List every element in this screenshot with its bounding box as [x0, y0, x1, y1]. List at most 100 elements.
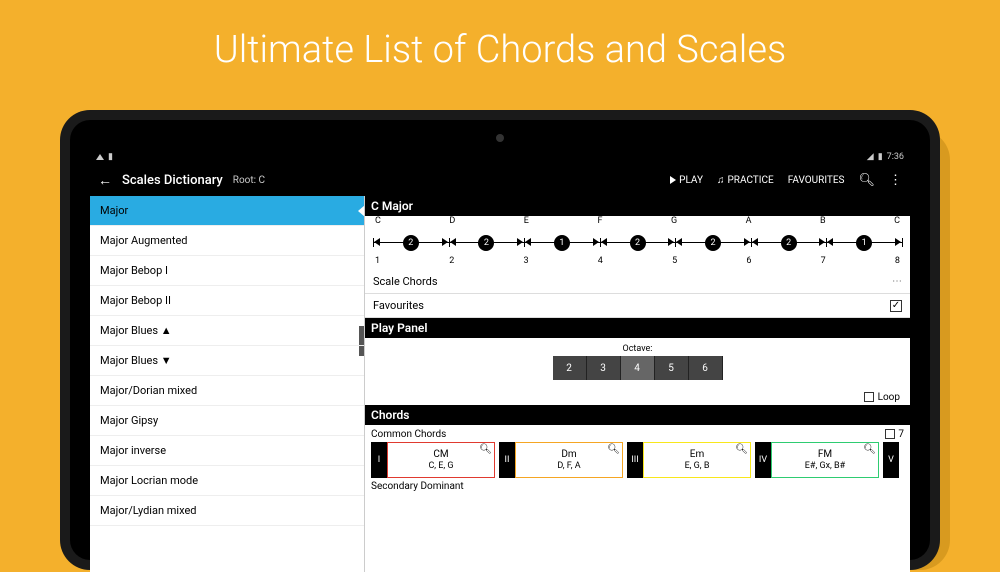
sidebar-item[interactable]: Major inverse: [90, 436, 364, 466]
degree-label: 1: [375, 256, 380, 266]
octave-button[interactable]: 3: [587, 356, 621, 380]
sidebar-item[interactable]: Major/Lydian mixed: [90, 496, 364, 526]
sidebar-item[interactable]: Major Bebop II: [90, 286, 364, 316]
favourites-button[interactable]: FAVOURITES: [788, 175, 845, 186]
interval-bubble: 2: [478, 235, 494, 251]
degree-label: 5: [672, 256, 677, 266]
magnify-icon[interactable]: 🔍︎: [863, 444, 876, 455]
tablet-screen: ▮ ◢ ▮ 7:36 ← Scales Dictionary Root: C P…: [70, 120, 930, 560]
octave-button[interactable]: 2: [553, 356, 587, 380]
degree-label: 6: [746, 256, 751, 266]
chords-header: Chords: [365, 405, 910, 425]
favourites-checkbox[interactable]: ✓: [890, 300, 902, 312]
status-bar: ▮ ◢ ▮ 7:36: [90, 150, 910, 164]
more-dots-icon: ⋯: [892, 276, 902, 287]
camera-dot: [496, 134, 504, 142]
tablet-frame: ▮ ◢ ▮ 7:36 ← Scales Dictionary Root: C P…: [60, 110, 940, 570]
interval-bubble: 2: [781, 235, 797, 251]
sidebar-item[interactable]: Major: [90, 196, 364, 226]
roman-numeral: V: [883, 442, 899, 478]
seventh-toggle[interactable]: 7: [885, 429, 904, 440]
roman-numeral: IV: [755, 442, 771, 478]
chord-name: Dm: [561, 449, 576, 460]
octave-button[interactable]: 6: [689, 356, 723, 380]
chord-card[interactable]: 🔍︎ FME#, Gx, B#: [771, 442, 879, 478]
favourites-row[interactable]: Favourites ✓: [365, 294, 910, 318]
chord-notes: E#, Gx, B#: [805, 461, 845, 471]
scale-note: A: [746, 216, 752, 226]
sidebar-item[interactable]: Major/Dorian mixed: [90, 376, 364, 406]
secondary-dominant-label: Secondary Dominant: [371, 481, 464, 492]
interval-bubble: 2: [630, 235, 646, 251]
chord-row: I 🔍︎ CMC, E, G II 🔍︎ DmD, F, A III🔍︎EmE, G, BI…: [371, 442, 904, 478]
play-panel: Octave: 23456: [365, 338, 910, 390]
loop-row[interactable]: Loop: [365, 390, 910, 405]
roman-numeral: II: [499, 442, 515, 478]
root-selector[interactable]: Root: C: [233, 175, 265, 186]
chord-name: CM: [433, 449, 448, 460]
degree-label: 8: [895, 256, 900, 266]
sidebar-item[interactable]: Major Blues ▼: [90, 346, 364, 376]
clock-text: 7:36: [887, 152, 904, 162]
degree-label: 2: [449, 256, 454, 266]
octave-selector[interactable]: 23456: [553, 356, 723, 380]
scale-list[interactable]: MajorMajor AugmentedMajor Bebop IMajor B…: [90, 196, 365, 572]
scale-header: C Major: [365, 196, 910, 216]
sidebar-item[interactable]: Major Bebop I: [90, 256, 364, 286]
magnify-icon[interactable]: 🔍︎: [735, 444, 748, 455]
content-area: MajorMajor AugmentedMajor Bebop IMajor B…: [90, 196, 910, 572]
scale-note: F: [597, 216, 602, 226]
chord-notes: C, E, G: [428, 461, 453, 471]
interval-bubble: 1: [856, 235, 872, 251]
scale-diagram: 12345678 2212221: [373, 228, 902, 266]
chord-notes: D, F, A: [557, 461, 580, 471]
scale-note: E: [524, 216, 529, 226]
chord-card[interactable]: 🔍︎EmE, G, B: [643, 442, 751, 478]
sidebar-item[interactable]: Major Gipsy: [90, 406, 364, 436]
warning-icon: [96, 154, 104, 160]
note-icon: ♫: [717, 175, 725, 186]
degree-label: 3: [524, 256, 529, 266]
common-chords-label: Common Chords: [371, 429, 446, 440]
octave-button[interactable]: 4: [621, 356, 655, 380]
main-panel: C Major CDEFGABC 12345678 2212221 Scale …: [365, 196, 910, 572]
app-toolbar: ← Scales Dictionary Root: C PLAY ♫PRACTI…: [90, 164, 910, 196]
loop-checkbox[interactable]: [864, 392, 874, 402]
roman-numeral: III: [627, 442, 643, 478]
octave-label: Octave:: [365, 344, 910, 354]
scale-note: D: [449, 216, 455, 226]
scale-chords-row[interactable]: Scale Chords ⋯: [365, 270, 910, 294]
chord-notes: E, G, B: [685, 461, 710, 471]
scale-note: G: [671, 216, 677, 226]
scale-note-row: CDEFGABC: [365, 216, 910, 226]
battery-icon: ▮: [878, 152, 883, 162]
play-panel-header: Play Panel: [365, 318, 910, 338]
interval-bubble: 2: [403, 235, 419, 251]
magnify-icon[interactable]: 🔍︎: [479, 444, 492, 455]
interval-bubble: 2: [705, 235, 721, 251]
play-button[interactable]: PLAY: [670, 175, 703, 186]
roman-numeral: I: [371, 442, 387, 478]
degree-label: 7: [821, 256, 826, 266]
magnify-icon[interactable]: 🔍︎: [607, 444, 620, 455]
scale-note: C: [894, 216, 900, 226]
chord-name: FM: [818, 449, 832, 460]
promo-title: Ultimate List of Chords and Scales: [0, 0, 1000, 92]
chords-section: Common Chords 7 I 🔍︎ CMC, E, G II 🔍︎ DmD, F, …: [365, 425, 910, 492]
sidebar-item[interactable]: Major Blues ▲: [90, 316, 364, 346]
chord-card[interactable]: 🔍︎ CMC, E, G: [387, 442, 495, 478]
scale-note: B: [820, 216, 826, 226]
play-icon: [670, 176, 676, 184]
more-icon[interactable]: ⋮: [889, 173, 902, 188]
octave-button[interactable]: 5: [655, 356, 689, 380]
sidebar-item[interactable]: Major Augmented: [90, 226, 364, 256]
search-icon[interactable]: 🔍︎: [858, 173, 875, 188]
back-button[interactable]: ←: [98, 172, 112, 189]
sidebar-item[interactable]: Major Locrian mode: [90, 466, 364, 496]
sd-icon: ▮: [108, 152, 113, 162]
chord-card[interactable]: 🔍︎ DmD, F, A: [515, 442, 623, 478]
interval-bubble: 1: [554, 235, 570, 251]
app-title: Scales Dictionary: [122, 173, 223, 188]
signal-icon: ◢: [867, 152, 874, 162]
practice-button[interactable]: ♫PRACTICE: [717, 175, 774, 186]
